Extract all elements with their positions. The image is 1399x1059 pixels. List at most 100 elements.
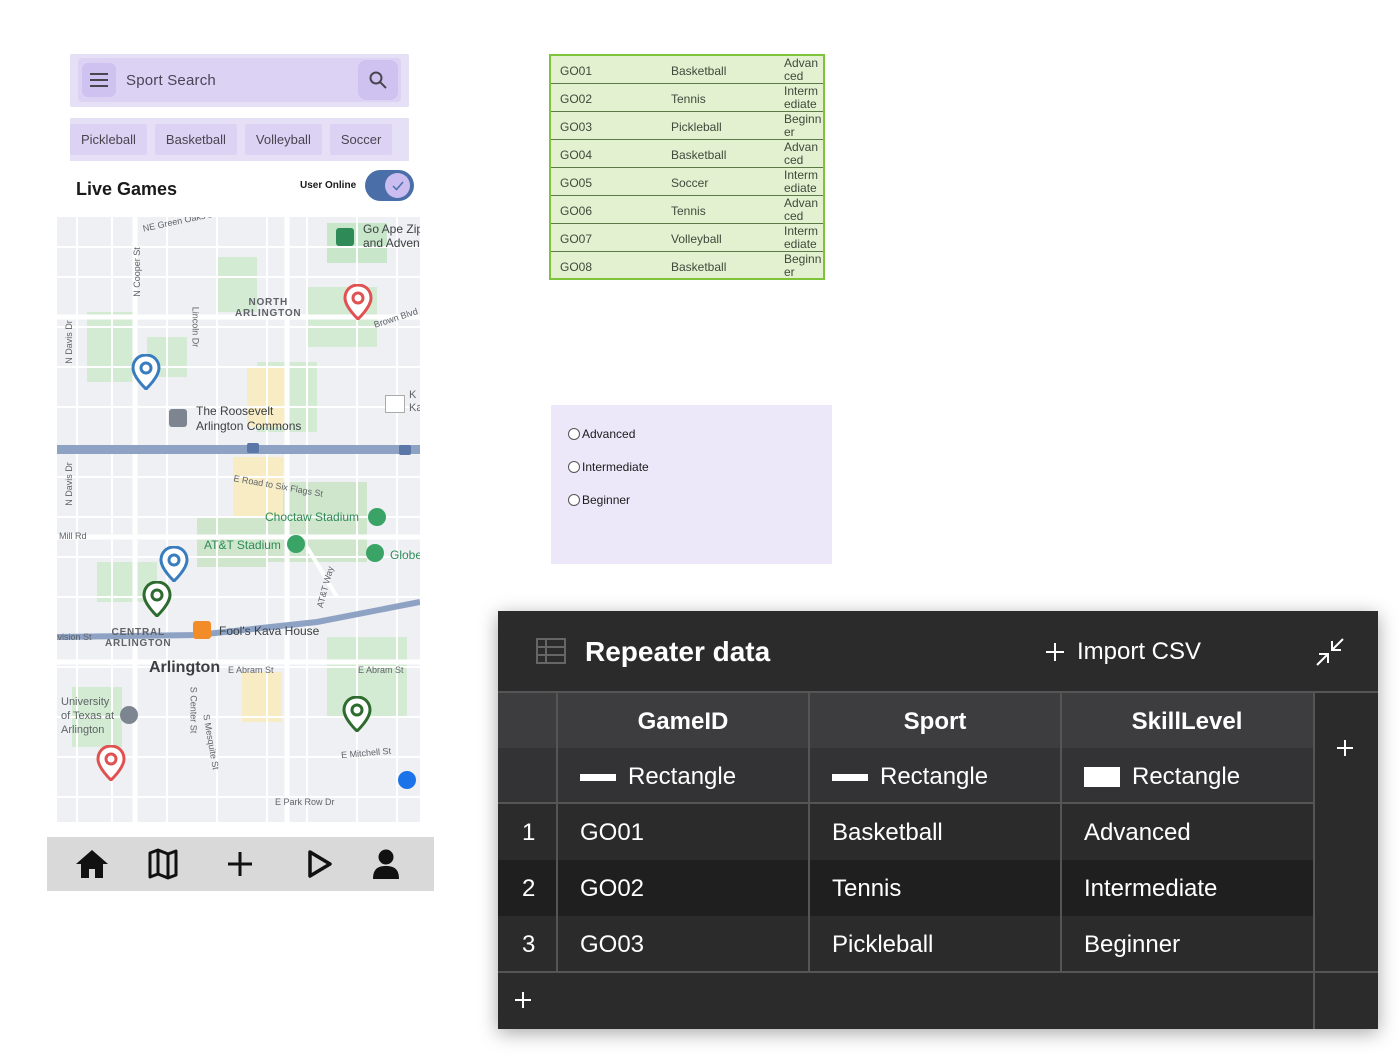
add-column-icon[interactable]	[1336, 739, 1354, 757]
cell-gameid[interactable]: GO02	[580, 875, 644, 903]
globe-park-icon[interactable]	[366, 544, 384, 562]
cell-sport[interactable]: Pickleball	[832, 931, 933, 959]
cell-skilllevel[interactable]: Intermediate	[1084, 875, 1217, 903]
nav-home[interactable]	[73, 845, 111, 883]
map-label-s-center: S Center St	[188, 686, 199, 734]
chip-basketball[interactable]: Basketball	[154, 124, 237, 155]
park-icon[interactable]	[336, 228, 354, 246]
hamburger-icon	[90, 73, 108, 87]
chip-pickleball[interactable]: Pickleball	[70, 124, 147, 155]
play-icon	[308, 850, 332, 878]
radio-beginner[interactable]: Beginner	[568, 493, 630, 507]
radio-circle-icon[interactable]	[568, 428, 580, 440]
green-table-row[interactable]: GO03 Pickleball Beginner	[551, 112, 823, 140]
map-label-central-arlington: CENTRAL ARLINGTON	[105, 627, 172, 649]
search-input[interactable]: Sport Search	[126, 72, 358, 89]
bottom-navigation	[47, 837, 434, 891]
cell-gameid[interactable]: GO01	[580, 819, 644, 847]
column-header-gameid[interactable]: GameID	[558, 708, 808, 736]
game-pin-green-2[interactable]	[342, 696, 372, 732]
green-table-row[interactable]: GO07 Volleyball Intermediate	[551, 224, 823, 252]
green-cell-skill: Intermediate	[784, 224, 819, 251]
green-cell-skill: Beginner	[784, 112, 822, 139]
map-label-e-abram: E Abram St	[228, 665, 274, 675]
check-icon	[391, 181, 404, 191]
nav-map[interactable]	[144, 845, 182, 883]
type-label: Rectangle	[880, 763, 989, 790]
collapse-icon[interactable]	[1315, 637, 1345, 667]
green-cell-gameid: GO06	[560, 204, 593, 218]
cell-gameid[interactable]: GO03	[580, 931, 644, 959]
column-header-sport[interactable]: Sport	[810, 708, 1060, 736]
row-number: 2	[522, 875, 536, 902]
menu-button[interactable]	[82, 63, 116, 97]
green-cell-skill: Intermediate	[784, 168, 819, 195]
game-pin-blue-2[interactable]	[159, 546, 189, 582]
plus-icon	[228, 852, 252, 876]
radio-circle-icon[interactable]	[568, 494, 580, 506]
search-icon	[369, 71, 387, 89]
user-online-label: User Online	[300, 180, 357, 191]
green-table-row[interactable]: GO06 Tennis Advanced	[551, 196, 823, 224]
cell-skilllevel[interactable]: Beginner	[1084, 931, 1180, 959]
cell-sport[interactable]: Tennis	[832, 875, 901, 903]
column-header-skilllevel[interactable]: SkillLevel	[1062, 708, 1312, 736]
grid-line	[498, 971, 1378, 973]
game-pin-blue[interactable]	[131, 354, 161, 390]
store-icon[interactable]	[385, 395, 405, 413]
green-table-row[interactable]: GO08 Basketball Beginner	[551, 252, 823, 280]
radio-label: Beginner	[582, 493, 631, 507]
green-cell-skill: Intermediate	[784, 84, 819, 111]
column-type-sport[interactable]: Rectangle	[832, 763, 988, 791]
green-cell-skill: Advanced	[784, 196, 819, 223]
green-cell-sport: Volleyball	[671, 232, 722, 246]
map-label-arlington: Arlington	[149, 659, 221, 676]
green-cell-skill: Advanced	[784, 140, 819, 167]
green-cell-gameid: GO04	[560, 148, 593, 162]
game-pin-red-2[interactable]	[96, 745, 126, 781]
repeater-title: Repeater data	[585, 636, 771, 667]
game-pin-green[interactable]	[142, 581, 172, 617]
user-online-toggle[interactable]	[365, 170, 414, 201]
green-table-row[interactable]: GO01 Basketball Advanced	[551, 56, 823, 84]
column-type-skilllevel[interactable]: Rectangle	[1084, 763, 1240, 791]
green-cell-gameid: GO07	[560, 232, 593, 246]
nav-profile[interactable]	[367, 845, 405, 883]
green-table-row[interactable]: GO04 Basketball Advanced	[551, 140, 823, 168]
map-label-uta: University of Texas at Arlington	[61, 696, 114, 736]
map-label-mill-rd: Mill Rd	[59, 531, 87, 541]
radio-advanced[interactable]: Advanced	[568, 427, 635, 441]
chip-soccer[interactable]: Soccer	[329, 124, 393, 155]
column-type-gameid[interactable]: Rectangle	[580, 763, 736, 791]
type-label: Rectangle	[1132, 763, 1241, 790]
map-icon	[148, 848, 178, 880]
shopping-icon[interactable]	[398, 771, 416, 789]
nav-add[interactable]	[221, 845, 259, 883]
stadium-icon[interactable]	[368, 508, 386, 526]
cell-sport[interactable]: Basketball	[832, 819, 943, 847]
radio-intermediate[interactable]: Intermediate	[568, 460, 649, 474]
building-icon[interactable]	[169, 409, 187, 427]
cell-skilllevel[interactable]: Advanced	[1084, 819, 1191, 847]
add-row-icon[interactable]	[514, 991, 532, 1009]
green-table-row[interactable]: GO05 Soccer Intermediate	[551, 168, 823, 196]
nav-play[interactable]	[301, 845, 339, 883]
map-label-e-abram-2: E Abram St	[358, 665, 404, 675]
green-data-table: GO01 Basketball Advanced GO02 Tennis Intermed…	[549, 54, 825, 280]
radio-circle-icon[interactable]	[568, 461, 580, 473]
chip-volleyball[interactable]: Volleyball	[244, 124, 322, 155]
game-pin-red[interactable]	[343, 284, 373, 320]
school-icon[interactable]	[120, 706, 138, 724]
grid-line	[1313, 693, 1315, 1029]
cafe-icon[interactable]	[193, 621, 211, 639]
games-map[interactable]: NE Green Oaks Blvd Go Ape Zip and Adven …	[57, 217, 420, 822]
search-button[interactable]	[358, 60, 398, 100]
map-label-n-cooper: N Cooper St	[131, 247, 142, 297]
rectangle-type-icon	[580, 773, 616, 781]
green-table-row[interactable]: GO02 Tennis Intermediate	[551, 84, 823, 112]
stadium-icon-2[interactable]	[287, 535, 305, 553]
green-cell-sport: Tennis	[671, 204, 706, 218]
import-csv-button[interactable]: Import CSV	[1045, 638, 1201, 666]
map-label-lincoln-dr: Lincoln Dr	[190, 306, 201, 348]
map-label-n-davis-2: N Davis Dr	[63, 462, 74, 506]
